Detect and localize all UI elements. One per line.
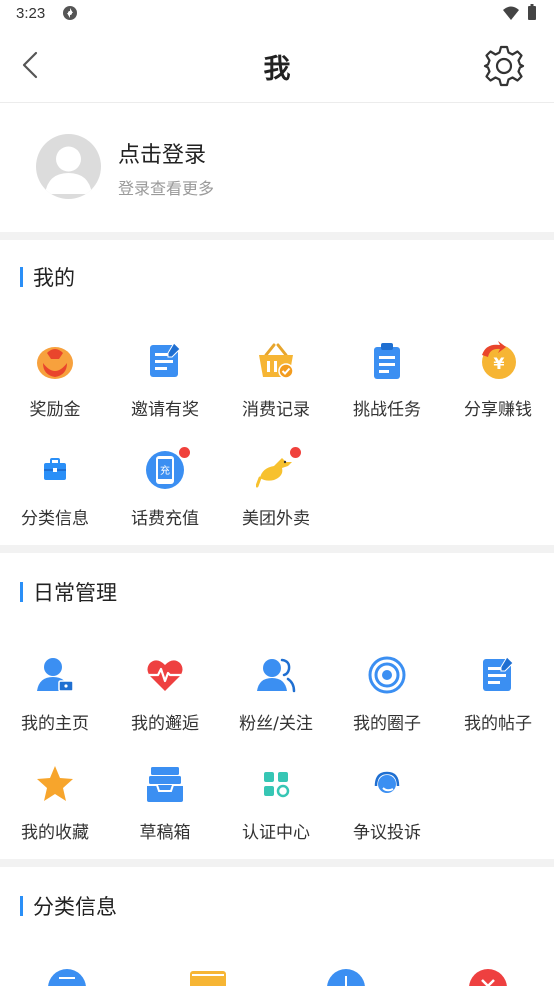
reward-bag-icon: [37, 347, 73, 379]
classified-box-icon[interactable]: [188, 968, 228, 986]
certification-blocks-icon: [264, 772, 290, 798]
svg-text:充: 充: [160, 464, 170, 477]
headset-icon: [374, 771, 400, 793]
shopping-basket-icon: [259, 343, 294, 379]
heart-pulse-icon: [147, 660, 183, 691]
grid-label: 争议投诉: [353, 823, 421, 843]
nav-bar: 我: [0, 28, 554, 103]
grid-item-dispute[interactable]: 争议投诉: [332, 764, 442, 860]
grid-item-challenge[interactable]: 挑战任务: [332, 341, 442, 437]
kangaroo-icon: [256, 458, 292, 488]
section-divider: [0, 859, 554, 867]
classified-close-icon[interactable]: [468, 968, 508, 986]
sync-icon: [63, 6, 77, 20]
post-edit-icon: [483, 656, 514, 691]
share-coin-icon: ¥: [482, 341, 516, 379]
notification-dot: [290, 447, 301, 458]
section-divider: [0, 545, 554, 553]
status-bar: 3:23: [0, 0, 554, 28]
grid-item-circles[interactable]: 我的圈子: [332, 655, 442, 751]
section-accent-bar: [20, 896, 23, 916]
section-title-text: 我的: [33, 266, 75, 290]
grid-label: 粉丝/关注: [239, 714, 313, 734]
grid-label: 我的邂逅: [131, 714, 199, 734]
circle-target-icon: [368, 656, 406, 694]
user-home-icon: [37, 658, 74, 692]
briefcase-icon: [44, 458, 66, 480]
grid-item-consumption[interactable]: 消费记录: [221, 341, 331, 437]
section-title-text: 日常管理: [33, 581, 117, 605]
gear-icon[interactable]: [482, 44, 526, 88]
clipboard-icon: [374, 343, 400, 379]
grid-label: 我的帖子: [464, 714, 532, 734]
grid-item-followers[interactable]: 粉丝/关注: [221, 655, 331, 751]
grid-label: 邀请有奖: [131, 400, 199, 420]
phone-recharge-icon: 充: [146, 451, 184, 489]
login-subtitle: 登录查看更多: [118, 179, 215, 198]
grid-item-favorites[interactable]: 我的收藏: [0, 764, 110, 860]
grid-label: 美团外卖: [242, 509, 310, 529]
grid-label: 我的收藏: [21, 823, 89, 843]
grid-label: 挑战任务: [353, 400, 421, 420]
grid-item-certification[interactable]: 认证中心: [221, 764, 331, 860]
grid-item-classified[interactable]: 分类信息: [0, 450, 110, 546]
star-icon: [37, 766, 73, 801]
section-accent-bar: [20, 267, 23, 287]
avatar[interactable]: [36, 134, 101, 199]
notification-dot: [179, 447, 190, 458]
classified-list-icon[interactable]: [47, 968, 87, 986]
grid-item-invite[interactable]: 邀请有奖: [110, 341, 220, 437]
grid-item-reward[interactable]: 奖励金: [0, 341, 110, 437]
profile-login-card[interactable]: 点击登录 登录查看更多: [0, 103, 554, 233]
classified-clock-icon[interactable]: [326, 968, 366, 986]
grid-label: 草稿箱: [139, 823, 191, 843]
grid-label: 话费充值: [131, 509, 199, 529]
status-time: 3:23: [16, 5, 46, 22]
section-accent-bar: [20, 582, 23, 602]
svg-text:¥: ¥: [493, 354, 504, 373]
wifi-icon: [503, 6, 519, 20]
grid-item-recharge[interactable]: 充 话费充值: [110, 447, 220, 546]
login-title[interactable]: 点击登录: [118, 137, 206, 169]
grid-label: 消费记录: [242, 400, 310, 420]
grid-item-meituan[interactable]: 美团外卖: [221, 447, 331, 546]
grid-label: 奖励金: [29, 400, 81, 420]
grid-label: 我的主页: [21, 714, 89, 734]
grid-label: 分类信息: [21, 509, 89, 529]
invite-form-icon: [150, 342, 181, 377]
followers-icon: [257, 658, 296, 693]
grid-item-drafts[interactable]: 草稿箱: [110, 764, 220, 860]
battery-icon: [528, 4, 536, 20]
drafts-tray-icon: [147, 767, 183, 802]
grid-item-encounter[interactable]: 我的邂逅: [110, 655, 220, 751]
grid-item-share[interactable]: ¥ 分享赚钱: [443, 341, 553, 437]
grid-label: 分享赚钱: [464, 400, 532, 420]
section-divider: [0, 232, 554, 240]
section-title-text: 分类信息: [33, 895, 117, 919]
page-title: 我: [263, 54, 291, 85]
grid-label: 我的圈子: [353, 714, 421, 734]
grid-item-posts[interactable]: 我的帖子: [443, 655, 553, 751]
grid-label: 认证中心: [242, 823, 310, 843]
default-avatar-icon: [45, 146, 92, 194]
grid-item-my-home[interactable]: 我的主页: [0, 655, 110, 751]
